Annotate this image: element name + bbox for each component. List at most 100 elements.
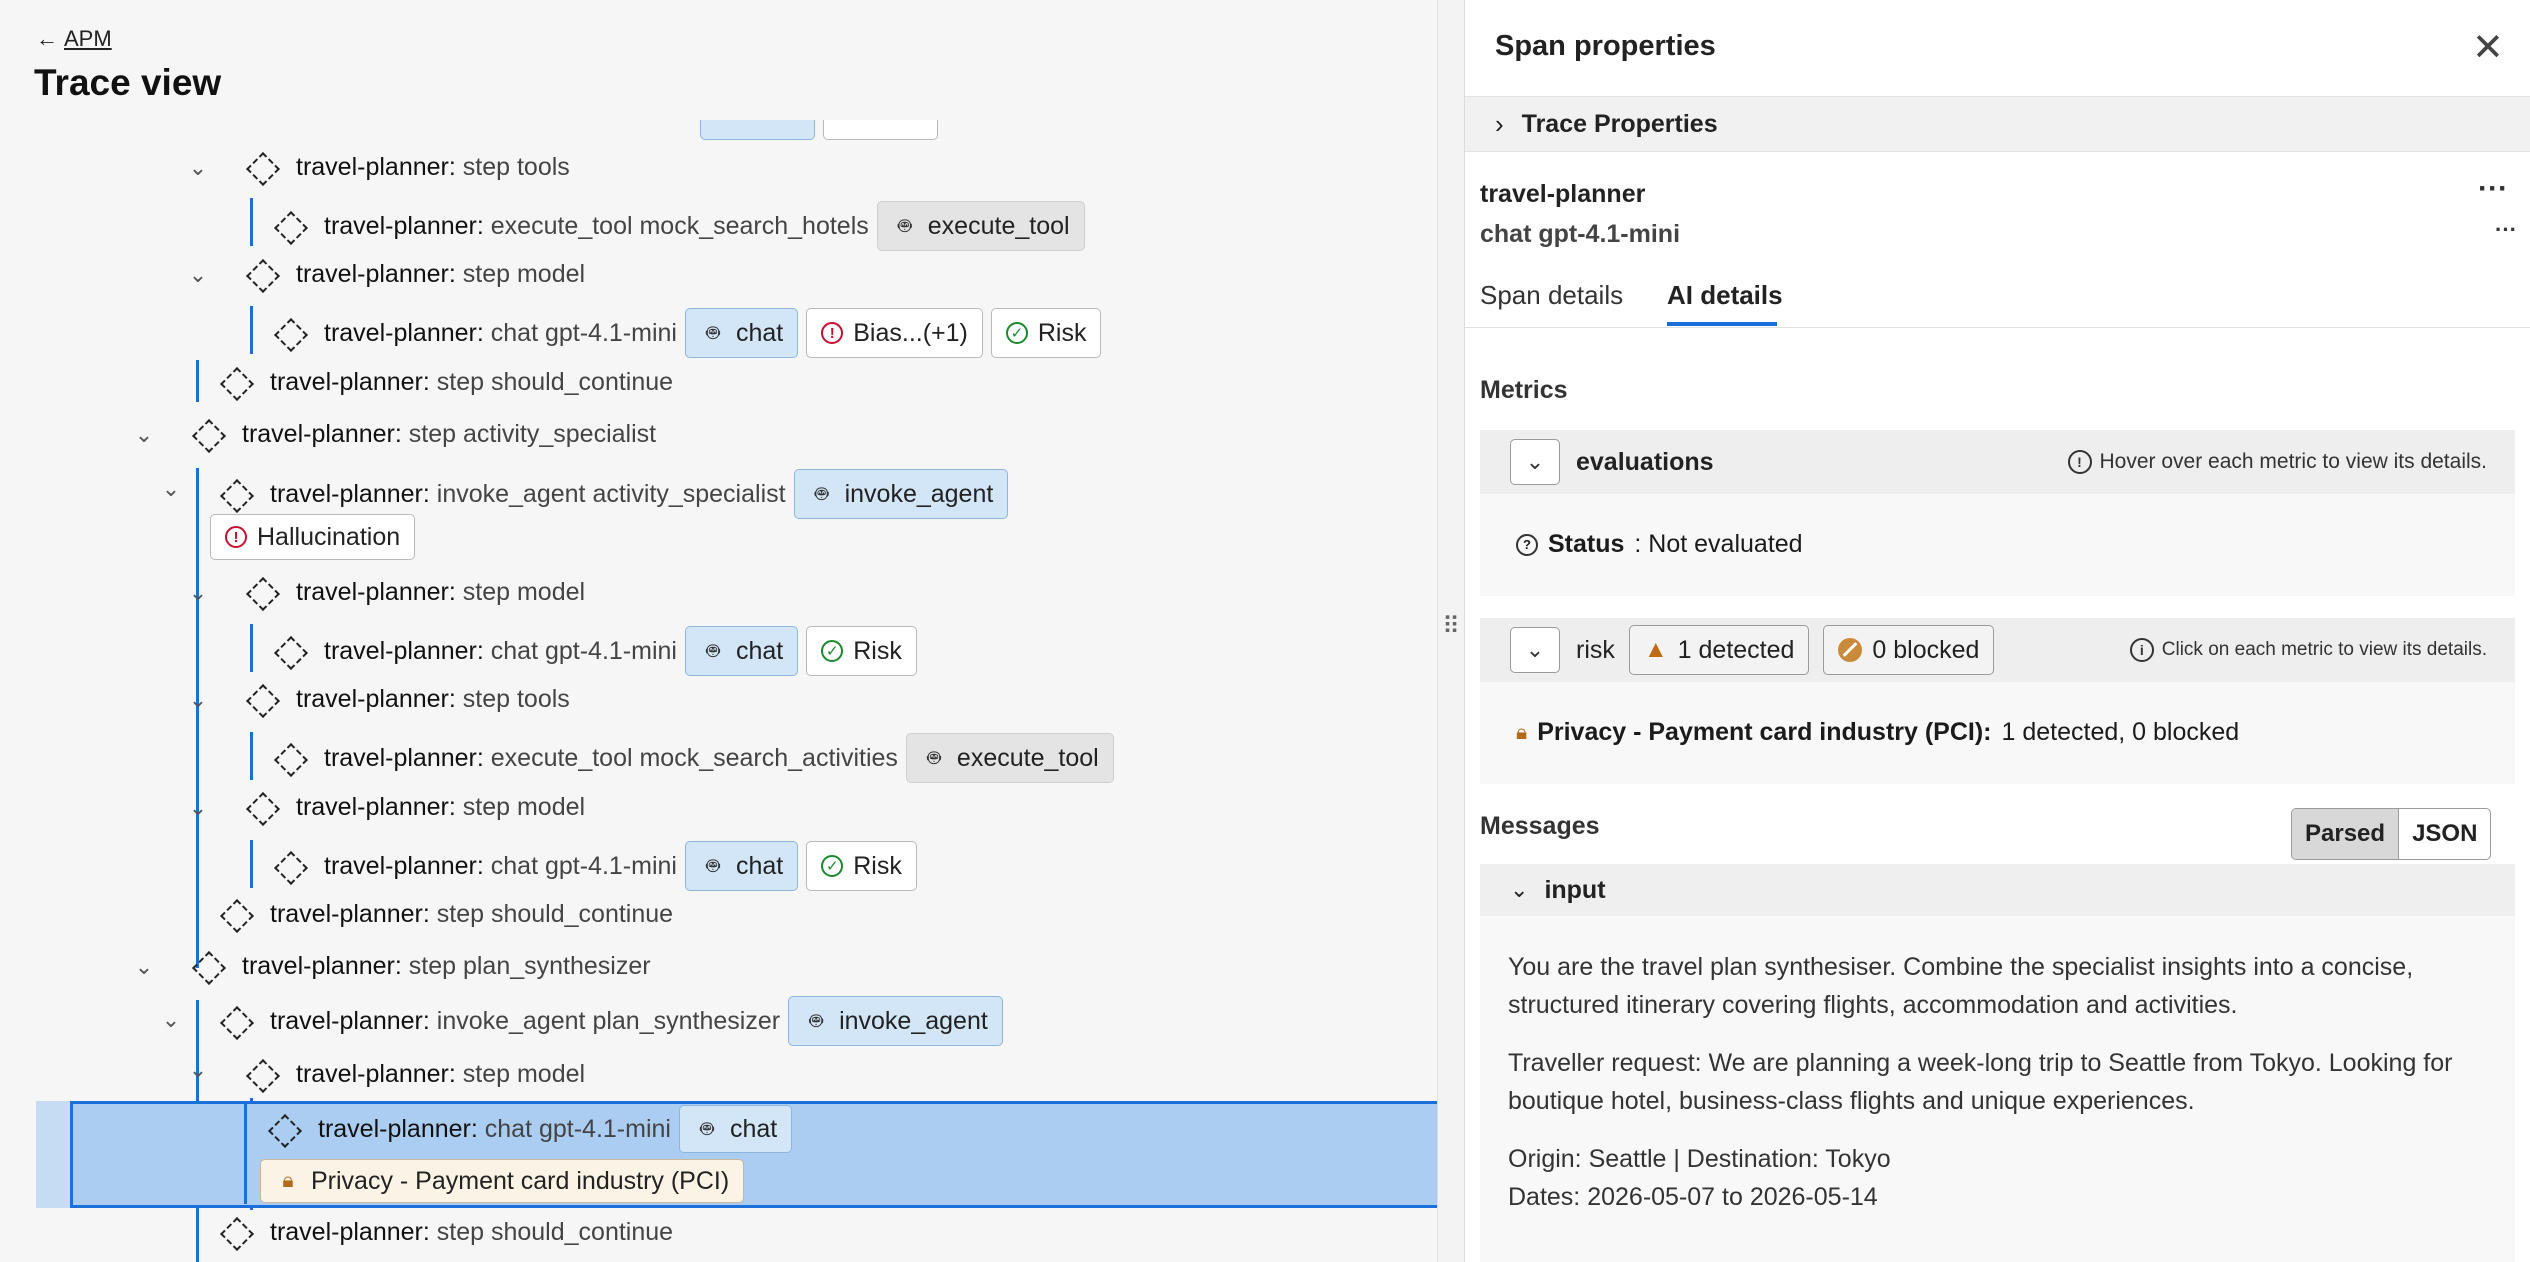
more-actions-icon[interactable]: ···	[2495, 217, 2517, 243]
drag-handle-icon[interactable]: ⠿	[1439, 612, 1463, 641]
robot-icon: 🤖︎	[809, 1008, 823, 1033]
arrow-left-icon: ←	[36, 26, 58, 51]
tree-row[interactable]: travel-planner: step model	[246, 1045, 585, 1103]
expand-evaluations-button[interactable]: ⌄	[1510, 439, 1560, 485]
input-section-toggle[interactable]: ⌄ input	[1480, 864, 2515, 916]
parsed-button[interactable]: Parsed	[2292, 809, 2400, 859]
robot-icon: 🤖︎	[706, 320, 720, 345]
tree-row[interactable]: travel-planner: step tools	[246, 138, 570, 196]
collapse-caret-icon[interactable]: ⌄	[186, 1057, 210, 1082]
robot-icon: 🤖︎	[898, 213, 912, 238]
tag-risk[interactable]: ✓ Risk	[806, 841, 917, 891]
collapse-caret-icon[interactable]: ⌄	[186, 795, 210, 820]
row-operation: step should_continue	[436, 899, 674, 928]
tree-row[interactable]: travel-planner: step plan_synthesizer	[192, 937, 651, 995]
tag-label: execute_tool	[956, 743, 1099, 772]
span-node-icon	[274, 743, 304, 773]
row-service: travel-planner:	[296, 259, 456, 288]
span-node-icon	[246, 259, 276, 289]
span-node-icon	[246, 792, 276, 822]
span-node-icon	[192, 951, 222, 981]
tag-label: Risk	[853, 851, 902, 880]
tab-span-details[interactable]: Span details	[1480, 280, 1623, 311]
tree-row[interactable]: travel-planner: step tools	[246, 670, 570, 728]
tag-chat[interactable]: 🤖︎ chat	[684, 626, 799, 676]
evaluations-hint: ! Hover over each metric to view its deta…	[2067, 450, 2487, 474]
tag-chat[interactable]: 🤖︎ chat	[678, 1105, 793, 1153]
row-operation: step should_continue	[436, 367, 674, 396]
tree-row[interactable]: travel-planner: step should_continue	[220, 1203, 673, 1261]
indent-line	[250, 840, 253, 888]
row-operation: step model	[462, 577, 586, 606]
collapse-caret-icon[interactable]: ⌄	[186, 580, 210, 605]
tag-execute-tool[interactable]: 🤖︎ execute_tool	[905, 733, 1114, 783]
tree-row-selected[interactable]: travel-planner: chat gpt-4.1-mini 🤖︎ chat	[268, 1103, 793, 1155]
robot-icon: 🤖︎	[706, 638, 720, 663]
tag-label: Hallucination	[257, 522, 401, 551]
tree-row[interactable]: travel-planner: step model	[246, 563, 585, 621]
risk-section: ⌄ risk ▲ 1 detected 0 blocked i Click on e…	[1480, 618, 2515, 682]
risk-hint: i Click on each metric to view its detail…	[2129, 638, 2487, 662]
tag-pci[interactable]: 🔒︎ Privacy - Payment card industry (PCI)	[260, 1159, 745, 1203]
tag-hallucination[interactable]: ! Hallucination	[210, 514, 416, 560]
view-mode-toggle: Parsed JSON	[2291, 808, 2492, 860]
tag-invoke-agent[interactable]: 🤖︎ invoke_agent	[793, 469, 1009, 519]
collapse-caret-icon[interactable]: ⌄	[159, 476, 183, 501]
tag-bias[interactable]: ! Bias...(+1)	[806, 308, 983, 358]
row-service: travel-planner:	[242, 951, 402, 980]
tree-row[interactable]: travel-planner: step model	[246, 245, 585, 303]
risk-item[interactable]: 🔒︎ Privacy - Payment card industry (PCI)…	[1516, 718, 2239, 747]
expand-risk-button[interactable]: ⌄	[1510, 627, 1560, 673]
collapse-caret-icon[interactable]: ⌄	[186, 687, 210, 712]
chevron-down-icon: ⌄	[1510, 877, 1529, 902]
indent-line	[196, 468, 199, 968]
input-message: You are the travel plan synthesiser. Com…	[1480, 916, 2515, 1262]
tree-row[interactable]: travel-planner: invoke_agent plan_synthe…	[220, 992, 1003, 1050]
collapse-caret-icon[interactable]: ⌄	[132, 422, 156, 447]
span-node-icon	[220, 479, 250, 509]
collapse-caret-icon[interactable]: ⌄	[186, 155, 210, 180]
tree-row[interactable]: travel-planner: step model	[246, 778, 585, 836]
tag-risk[interactable]: ✓ Risk	[990, 308, 1102, 358]
row-service: travel-planner:	[296, 792, 456, 821]
robot-icon: 🤖︎	[927, 745, 941, 770]
tree-row[interactable]: travel-planner: step should_continue	[220, 353, 673, 411]
tag-label: Privacy - Payment card industry (PCI)	[311, 1166, 730, 1195]
json-button[interactable]: JSON	[2399, 809, 2490, 859]
tree-row[interactable]: travel-planner: step activity_specialist	[192, 405, 656, 463]
span-node-icon	[246, 1059, 276, 1089]
tag-risk[interactable]: ✓ Risk	[806, 626, 917, 676]
tag-chat[interactable]: 🤖︎ chat	[684, 841, 799, 891]
message-line: Origin: Seattle | Destination: Tokyo	[1508, 1145, 1891, 1173]
tag-label: invoke_agent	[839, 1006, 988, 1035]
selection-gutter	[36, 1101, 70, 1208]
row-service: travel-planner:	[324, 636, 484, 665]
collapse-caret-icon[interactable]: ⌄	[159, 1007, 183, 1032]
row-operation: step model	[462, 792, 586, 821]
row-service: travel-planner:	[324, 318, 484, 347]
evaluations-section: ⌄ evaluations ! Hover over each metric to…	[1480, 430, 2515, 494]
robot-icon: 🤖︎	[706, 853, 720, 878]
risk-body: 🔒︎ Privacy - Payment card industry (PCI)…	[1480, 682, 2515, 784]
row-operation: invoke_agent plan_synthesizer	[436, 1006, 781, 1035]
risk-item-label: Privacy - Payment card industry (PCI):	[1537, 718, 1992, 746]
info-icon: i	[2129, 638, 2154, 662]
tag-invoke-agent[interactable]: 🤖︎ invoke_agent	[788, 996, 1003, 1046]
input-label: input	[1544, 875, 1606, 904]
tag-chat[interactable]: 🤖︎ chat	[684, 308, 799, 358]
collapse-caret-icon[interactable]: ⌄	[132, 954, 156, 979]
back-link[interactable]: ← APM	[36, 26, 112, 52]
trace-properties-toggle[interactable]: › Trace Properties	[1465, 96, 2530, 152]
close-icon[interactable]: ✕	[2472, 25, 2504, 70]
more-actions-icon[interactable]: ···	[2478, 172, 2508, 206]
detected-badge[interactable]: ▲ 1 detected	[1628, 625, 1810, 675]
collapse-caret-icon[interactable]: ⌄	[186, 262, 210, 287]
lock-icon: 🔒︎	[282, 1169, 294, 1192]
tree-row[interactable]: travel-planner: step should_continue	[220, 885, 673, 943]
blocked-badge[interactable]: 0 blocked	[1823, 625, 1995, 675]
span-node-icon	[274, 636, 304, 666]
tab-ai-details[interactable]: AI details	[1667, 280, 1783, 311]
error-icon: !	[225, 526, 247, 548]
tag-execute-tool[interactable]: 🤖︎ execute_tool	[876, 201, 1085, 251]
help-icon: ?	[1516, 533, 1538, 556]
